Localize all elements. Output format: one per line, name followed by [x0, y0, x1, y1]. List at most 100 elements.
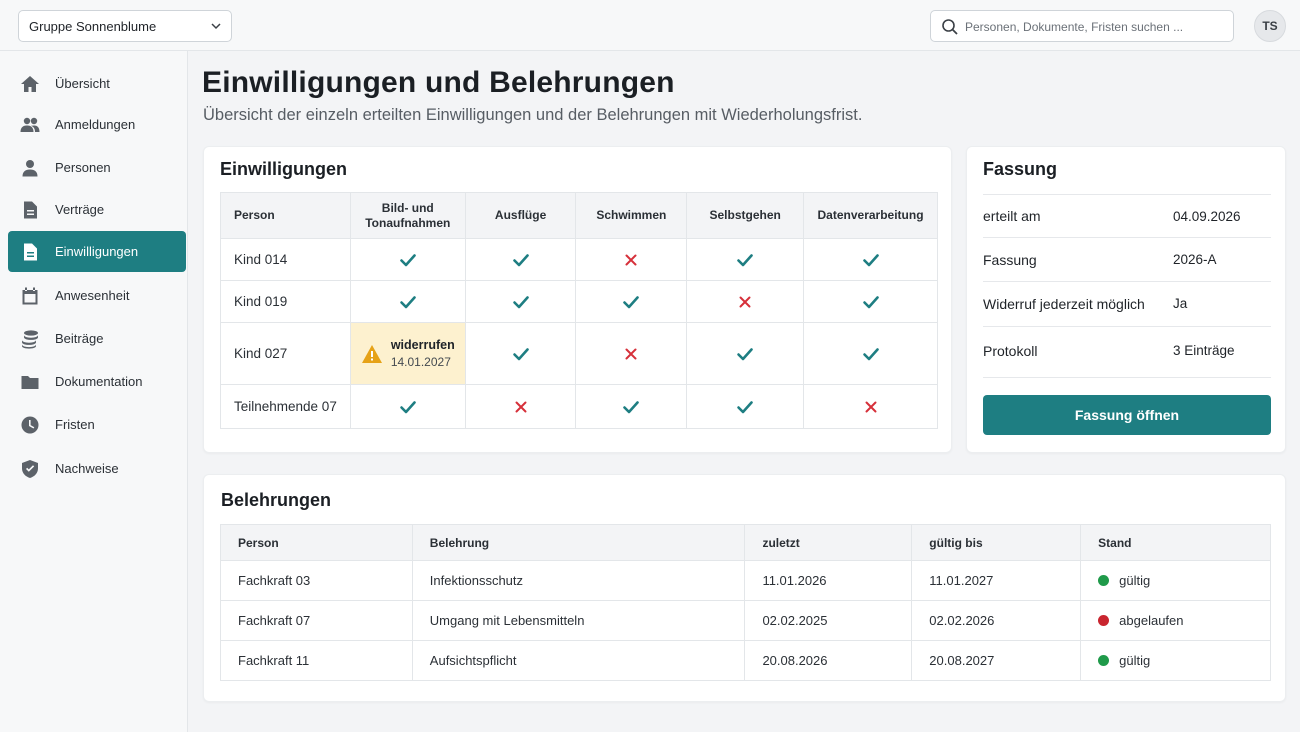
column-header: Person: [220, 192, 351, 239]
instructions-card: Belehrungen Person Belehrung zuletzt gül…: [203, 474, 1286, 702]
page-subtitle: Übersicht der einzeln erteilten Einwilli…: [203, 106, 863, 124]
consent-cell-granted: [686, 238, 805, 281]
fassung-row: Protokoll 3 Einträge: [983, 327, 1271, 378]
table-row: Fachkraft 03 Infektionsschutz 11.01.2026 11…: [220, 560, 1271, 601]
person-icon: [20, 158, 40, 178]
person-cell: Fachkraft 03: [220, 560, 413, 601]
calendar-icon: [20, 286, 40, 306]
gueltig-bis-cell: 11.01.2027: [911, 560, 1082, 601]
consent-cell-granted: [575, 384, 688, 429]
check-icon: [737, 253, 753, 266]
person-cell: Fachkraft 11: [220, 640, 413, 681]
table-row: Kind 019: [220, 280, 938, 323]
group-select-value: Gruppe Sonnenblume: [29, 18, 157, 34]
status-dot: [1098, 655, 1110, 666]
fassung-key: Protokoll: [983, 343, 1038, 359]
consent-cell-granted: [803, 238, 938, 281]
person-cell: Teilnehmende 07: [220, 384, 351, 429]
consent-cell-granted: [349, 238, 466, 281]
avatar[interactable]: TS: [1254, 10, 1286, 42]
status-cell: abgelaufen: [1080, 600, 1271, 641]
sidebar-item-uebersicht[interactable]: Übersicht: [8, 63, 186, 104]
status-text: gültig: [1119, 573, 1151, 588]
status-cell: gültig: [1080, 640, 1271, 681]
consent-cell-granted: [349, 280, 466, 323]
clock-icon: [20, 415, 40, 435]
revoked-label: widerrufen: [390, 338, 455, 352]
top-bar: Gruppe Sonnenblume TS: [0, 0, 1300, 51]
column-header: Stand: [1080, 524, 1271, 561]
sidebar-item-label: Beiträge: [55, 331, 104, 346]
instructions-title: Belehrungen: [221, 490, 332, 510]
sidebar-item-personen[interactable]: Personen: [8, 147, 186, 188]
fassung-value: 04.09.2026: [1173, 209, 1241, 224]
check-icon: [737, 347, 753, 360]
cross-icon: [739, 296, 751, 307]
cross-icon: [515, 401, 527, 412]
check-icon: [737, 400, 753, 413]
check-icon: [862, 295, 879, 308]
open-fassung-button[interactable]: Fassung öffnen: [983, 395, 1271, 435]
gueltig-bis-cell: 02.02.2026: [911, 600, 1082, 641]
fassung-row: Widerruf jederzeit möglich Ja: [983, 282, 1271, 327]
home-icon: [20, 74, 40, 94]
consent-cell-granted: [686, 384, 805, 429]
belehrung-cell: Umgang mit Lebensmitteln: [411, 600, 746, 641]
document-icon: [20, 200, 40, 220]
check-icon: [399, 253, 416, 266]
search-input[interactable]: [965, 17, 1225, 37]
table-row: Kind 014: [220, 238, 938, 281]
fassung-key: erteilt am: [983, 208, 1041, 224]
zuletzt-cell: 20.08.2026: [744, 640, 913, 681]
column-header: Person: [220, 524, 413, 561]
sidebar-item-anwesenheit[interactable]: Anwesenheit: [8, 275, 186, 316]
column-header: Selbstgehen: [686, 192, 805, 239]
sidebar-item-anmeldungen[interactable]: Anmeldungen: [8, 104, 186, 145]
users-icon: [20, 115, 40, 135]
page-title: Einwilligungen und Belehrungen: [202, 66, 675, 99]
check-icon: [512, 253, 529, 266]
sidebar-item-fristen[interactable]: Fristen: [8, 404, 186, 445]
person-cell: Kind 014: [220, 238, 351, 281]
sidebar-item-label: Personen: [55, 160, 111, 175]
table-row: Fachkraft 07 Umgang mit Lebensmitteln 02.0…: [220, 600, 1271, 641]
consents-title: Einwilligungen: [220, 159, 347, 179]
sidebar-item-beitraege[interactable]: Beiträge: [8, 318, 186, 359]
consents-header-row: Person Bild- und Tonaufnahmen Ausflüge S…: [220, 192, 938, 239]
consent-cell-denied: [464, 384, 577, 429]
sidebar-item-label: Übersicht: [55, 76, 110, 91]
sidebar-item-vertraege[interactable]: Verträge: [8, 189, 186, 230]
revoked-date: 14.01.2027: [390, 355, 451, 369]
search-box[interactable]: [930, 10, 1234, 42]
status-cell: gültig: [1080, 560, 1271, 601]
fassung-row: erteilt am 04.09.2026: [983, 194, 1271, 238]
belehrung-cell: Infektionsschutz: [411, 560, 746, 601]
sidebar-item-dokumentation[interactable]: Dokumentation: [8, 361, 186, 402]
consent-cell-granted: [464, 322, 577, 385]
cross-icon: [625, 348, 637, 359]
sidebar-item-nachweise[interactable]: Nachweise: [8, 448, 186, 489]
table-row: Fachkraft 11 Aufsichtspflicht 20.08.2026 20…: [220, 640, 1271, 681]
check-icon: [862, 253, 879, 266]
status-dot: [1098, 575, 1110, 586]
sidebar: Übersicht Anmeldungen Personen Verträge …: [0, 51, 188, 732]
sidebar-item-label: Fristen: [55, 417, 95, 432]
folder-icon: [20, 372, 40, 392]
person-cell: Kind 027: [220, 322, 351, 385]
zuletzt-cell: 11.01.2026: [744, 560, 913, 601]
column-header: Bild- und Tonaufnahmen: [349, 192, 466, 239]
group-select[interactable]: Gruppe Sonnenblume: [18, 10, 232, 42]
consent-cell-granted: [349, 384, 466, 429]
shield-check-icon: [20, 459, 40, 479]
sidebar-item-label: Einwilligungen: [55, 244, 139, 259]
fassung-value: Ja: [1173, 296, 1188, 311]
column-header: zuletzt: [744, 524, 913, 561]
check-icon: [623, 400, 640, 413]
sidebar-item-einwilligungen[interactable]: Einwilligungen: [8, 231, 186, 272]
status-text: abgelaufen: [1119, 613, 1184, 628]
coins-icon: [20, 329, 40, 349]
check-icon: [399, 295, 416, 308]
search-icon: [942, 19, 958, 35]
check-icon: [862, 347, 879, 360]
sidebar-item-label: Anmeldungen: [55, 117, 136, 132]
